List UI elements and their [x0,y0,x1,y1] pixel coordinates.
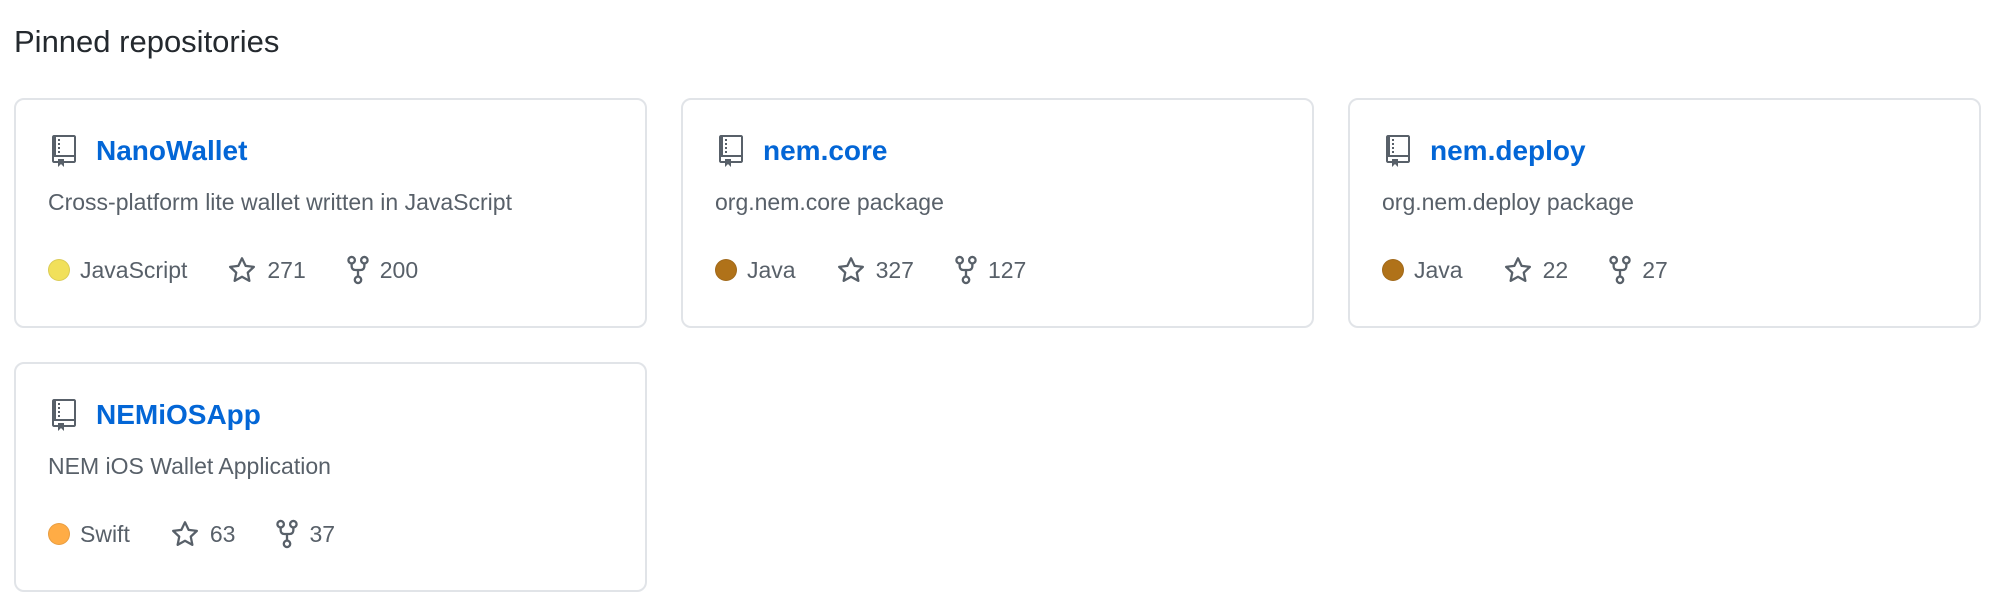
star-icon [229,257,256,282]
pinned-repositories-grid: NanoWallet Cross-platform lite wallet wr… [14,98,1981,592]
stars-count: 22 [1542,256,1569,283]
language-label: Java [747,256,796,283]
forks-count: 200 [379,256,419,283]
repo-name-link[interactable]: nem.deploy [1430,135,1586,167]
repo-card-header: nem.core [715,128,1280,174]
language-label: JavaScript [80,256,188,283]
stars-link[interactable]: 327 [836,255,914,285]
repo-icon [48,397,80,433]
stars-count: 327 [875,256,914,283]
repo-name-link[interactable]: NEMiOSApp [96,399,261,431]
fork-icon [276,519,299,549]
stars-link[interactable]: 63 [170,519,236,549]
forks-count: 37 [309,520,336,547]
stars-link[interactable]: 271 [227,255,306,285]
repo-icon [48,133,80,169]
language-color-dot [48,523,70,545]
star-icon [171,521,198,546]
repo-language: Swift [48,521,130,548]
repo-language: JavaScript [48,257,187,284]
repo-name-link[interactable]: nem.core [763,135,888,167]
repo-meta: Java 22 27 [1382,252,1947,288]
repo-card-nemiosapp: NEMiOSApp NEM iOS Wallet Application Swi… [14,362,647,592]
repo-description: NEM iOS Wallet Application [48,453,331,479]
repo-card-nem-core: nem.core org.nem.core package Java 327 1… [681,98,1314,328]
forks-link[interactable]: 200 [346,255,418,285]
stars-link[interactable]: 22 [1503,255,1569,285]
repo-name-link[interactable]: NanoWallet [96,135,247,167]
repo-meta: Java 327 127 [715,252,1280,288]
forks-link[interactable]: 37 [275,519,335,549]
pinned-repositories-heading: Pinned repositories [14,24,280,59]
stars-count: 63 [209,520,236,547]
fork-icon [1609,255,1631,285]
repo-icon [715,133,747,169]
repo-card-nanowallet: NanoWallet Cross-platform lite wallet wr… [14,98,647,328]
language-label: Swift [80,520,130,547]
language-color-dot [48,259,70,281]
repo-card-header: NEMiOSApp [48,392,613,438]
star-icon [1504,257,1531,282]
fork-icon [955,255,977,285]
repo-language: Java [715,257,796,284]
forks-count: 127 [987,256,1027,283]
repo-icon [1382,133,1414,169]
repo-description: org.nem.core package [715,189,944,215]
forks-link[interactable]: 127 [954,255,1026,285]
repo-description: org.nem.deploy package [1382,189,1634,215]
repo-card-header: nem.deploy [1382,128,1947,174]
repo-language: Java [1382,257,1463,284]
language-label: Java [1414,256,1463,283]
stars-count: 271 [267,256,306,283]
language-color-dot [1382,259,1404,281]
star-icon [837,257,864,282]
language-color-dot [715,259,737,281]
repo-description: Cross-platform lite wallet written in Ja… [48,189,512,215]
repo-card-header: NanoWallet [48,128,613,174]
repo-meta: Swift 63 37 [48,516,613,552]
repo-card-nem-deploy: nem.deploy org.nem.deploy package Java 2… [1348,98,1981,328]
fork-icon [347,255,369,285]
forks-link[interactable]: 27 [1608,255,1668,285]
forks-count: 27 [1642,256,1668,283]
repo-meta: JavaScript 271 200 [48,252,613,288]
